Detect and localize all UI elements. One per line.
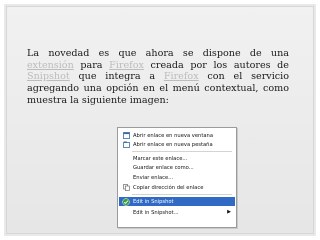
menu-item-label: Edit in Snipshot... xyxy=(133,209,179,216)
menu-item-bookmark-link[interactable]: Marcar este enlace... xyxy=(119,154,235,163)
submenu-arrow-icon: ▶ xyxy=(227,209,231,215)
menu-item-open-new-tab[interactable]: Abrir enlace en nueva pestaña xyxy=(119,140,235,149)
context-menu: Abrir enlace en nueva ventana Abrir enla… xyxy=(117,127,237,228)
menu-item-label: Abrir enlace en nueva pestaña xyxy=(133,141,213,148)
menu-item-edit-in-snipshot[interactable]: Edit in Snipshot xyxy=(119,197,235,206)
menu-item-label: Edit in Snipshot xyxy=(133,198,174,205)
menu-item-edit-in-snipshot-submenu[interactable]: Edit in Snipshot... ▶ xyxy=(119,208,235,217)
menu-item-label: Copiar dirección del enlace xyxy=(133,184,204,191)
snipshot-icon xyxy=(122,197,130,206)
menu-item-copy-link-address[interactable]: Copiar dirección del enlace xyxy=(119,183,235,192)
paragraph-text-4: que integra a xyxy=(69,71,164,83)
menu-separator xyxy=(132,194,232,195)
firefox-link-2[interactable]: Firefox xyxy=(164,71,199,82)
window-icon xyxy=(122,132,130,140)
paragraph-text-1: La novedad es que ahora se dispone de un… xyxy=(27,48,289,59)
paragraph-text-3: creada por los autores de xyxy=(143,59,290,71)
menu-item-open-new-window[interactable]: Abrir enlace en nueva ventana xyxy=(119,131,235,140)
paragraph-text-2: para xyxy=(73,59,110,71)
menu-separator xyxy=(132,151,232,152)
tab-icon xyxy=(122,141,130,149)
menu-item-label: Guardar enlace como... xyxy=(133,164,194,171)
slide-paragraph: La novedad es que ahora se dispone de un… xyxy=(27,48,289,107)
menu-item-send-link[interactable]: Enviar enlace... xyxy=(119,173,235,182)
menu-item-label: Enviar enlace... xyxy=(133,174,174,181)
extension-link[interactable]: extensión xyxy=(27,60,74,71)
firefox-link-1[interactable]: Firefox xyxy=(109,60,144,71)
menu-item-label: Abrir enlace en nueva ventana xyxy=(133,132,214,139)
menu-item-label: Marcar este enlace... xyxy=(133,155,188,162)
copy-icon xyxy=(122,184,130,192)
snipshot-link[interactable]: Snipshot xyxy=(27,71,70,82)
menu-item-save-link[interactable]: Guardar enlace como... xyxy=(119,163,235,172)
